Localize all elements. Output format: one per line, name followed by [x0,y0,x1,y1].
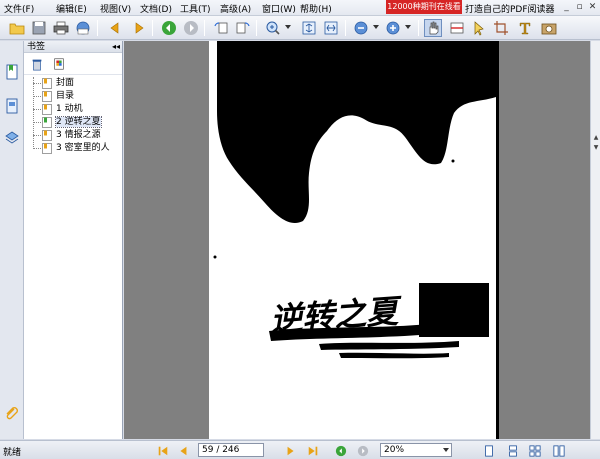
page-artwork: 逆转之夏 [213,41,496,359]
scroll-down-icon[interactable]: ▼ [592,144,600,152]
zoom-plus-icon[interactable] [384,19,402,37]
bookmark-panel-header: 书签 ◂◂ [24,41,122,53]
status-back-icon[interactable] [334,444,348,458]
bookmark-item-chapter-3b[interactable]: 3 密室里的人 [24,142,122,155]
email-icon[interactable] [74,19,92,37]
side-tab-strip [0,41,24,439]
collapse-panel-icon[interactable]: ◂◂ [112,41,120,53]
zoom-select[interactable]: 20% [380,443,452,457]
document-viewport[interactable]: 逆转之夏 [124,41,590,439]
delete-bookmark-icon[interactable] [30,57,44,71]
zoom-out-dropdown-icon[interactable] [373,25,379,29]
bookmark-label: 3 密室里的人 [56,143,110,153]
zoom-in-dropdown-icon[interactable] [285,25,291,29]
bookmark-panel-title: 书签 [27,42,46,52]
menu-edit[interactable]: 编辑(E) [56,2,87,15]
status-forward-icon[interactable] [356,444,370,458]
toolbar [0,16,600,40]
ad-link[interactable]: 打造自己的PDF阅读器 [465,2,555,15]
zoom-out-icon[interactable] [352,19,370,37]
menu-tools[interactable]: 工具(T) [180,2,211,15]
bookmark-label: 目录 [56,91,75,101]
menu-advanced[interactable]: 高级(A) [220,2,251,15]
menu-bar: 文件(F) 编辑(E) 视图(V) 文档(D) 工具(T) 高级(A) 窗口(W… [0,0,600,16]
zoom-plus-dropdown-icon[interactable] [405,25,411,29]
bookmark-label: 封面 [56,78,75,88]
add-bookmark-icon[interactable] [52,57,66,71]
bookmark-page-icon [42,143,52,154]
menu-window[interactable]: 窗口(W) [262,2,296,15]
page-number-input[interactable]: 59 / 246 [198,443,264,457]
menu-document[interactable]: 文档(D) [140,2,172,15]
bookmark-label: 2 逆转之夏 [55,116,102,128]
bookmark-tree: 封面 目录 1 动机 2 逆转之夏 3 情报之源 3 密室里的人 [24,75,122,155]
bookmark-toolbar [24,53,122,75]
facing-view-icon[interactable] [528,444,542,458]
single-page-view-icon[interactable] [482,444,496,458]
chevron-down-icon [443,448,449,452]
bookmark-item-chapter-1[interactable]: 1 动机 [24,103,122,116]
crop-tool-icon[interactable] [492,19,510,37]
bookmark-item-cover[interactable]: 封面 [24,77,122,90]
status-text: 就绪 [3,448,22,458]
zoom-in-icon[interactable] [264,19,282,37]
bookmarks-tab-icon[interactable] [3,63,21,81]
scroll-up-icon[interactable]: ▲ [592,134,600,142]
open-icon[interactable] [8,19,26,37]
next-page-status-icon[interactable] [284,444,298,458]
layers-tab-icon[interactable] [3,129,21,147]
prev-page-icon[interactable] [106,19,124,37]
hand-tool-icon[interactable] [424,19,442,37]
vertical-scrollbar[interactable]: ▲ ▼ [590,41,600,439]
print-icon[interactable] [52,19,70,37]
reading-icon[interactable] [448,19,466,37]
zoom-value: 20% [384,445,405,455]
fit-page-icon[interactable] [300,19,318,37]
rotate-left-icon[interactable] [212,19,230,37]
bookmark-page-icon [42,104,52,115]
bookmark-item-chapter-3a[interactable]: 3 情报之源 [24,129,122,142]
bookmark-page-icon-active [42,117,52,128]
rotate-right-icon[interactable] [234,19,252,37]
attachment-icon[interactable] [3,405,21,423]
select-tool-icon[interactable] [470,19,488,37]
last-page-icon[interactable] [306,444,320,458]
bookmark-page-icon [42,78,52,89]
bookmark-panel: 书签 ◂◂ 封面 目录 1 动机 2 逆转之夏 3 情报之源 3 密室里的人 [24,41,123,439]
bookmark-page-icon [42,130,52,141]
back-icon[interactable] [160,19,178,37]
restore-button[interactable]: ▫ [573,1,586,14]
thumbnails-tab-icon[interactable] [3,97,21,115]
ad-banner[interactable]: 12000种期刊在线看 [386,0,462,14]
first-page-icon[interactable] [156,444,170,458]
bookmark-label: 3 情报之源 [56,130,101,140]
status-bar: 就绪 59 / 246 20% [0,440,600,459]
menu-help[interactable]: 帮助(H) [300,2,332,15]
text-tool-icon[interactable] [516,19,534,37]
bookmark-label: 1 动机 [56,104,83,114]
minimize-button[interactable]: _ [560,1,573,14]
bookmark-item-chapter-2[interactable]: 2 逆转之夏 [24,116,122,129]
snapshot-icon[interactable] [540,19,558,37]
menu-view[interactable]: 视图(V) [100,2,131,15]
fit-width-icon[interactable] [322,19,340,37]
menu-file[interactable]: 文件(F) [4,2,34,15]
bookmark-item-toc[interactable]: 目录 [24,90,122,103]
prev-page-status-icon[interactable] [176,444,190,458]
save-icon[interactable] [30,19,48,37]
forward-icon[interactable] [182,19,200,37]
pdf-page[interactable]: 逆转之夏 [209,41,499,439]
close-button[interactable]: ✕ [586,1,599,14]
bookmark-page-icon [42,91,52,102]
continuous-view-icon[interactable] [506,444,520,458]
continuous-facing-view-icon[interactable] [552,444,566,458]
next-page-icon[interactable] [130,19,148,37]
